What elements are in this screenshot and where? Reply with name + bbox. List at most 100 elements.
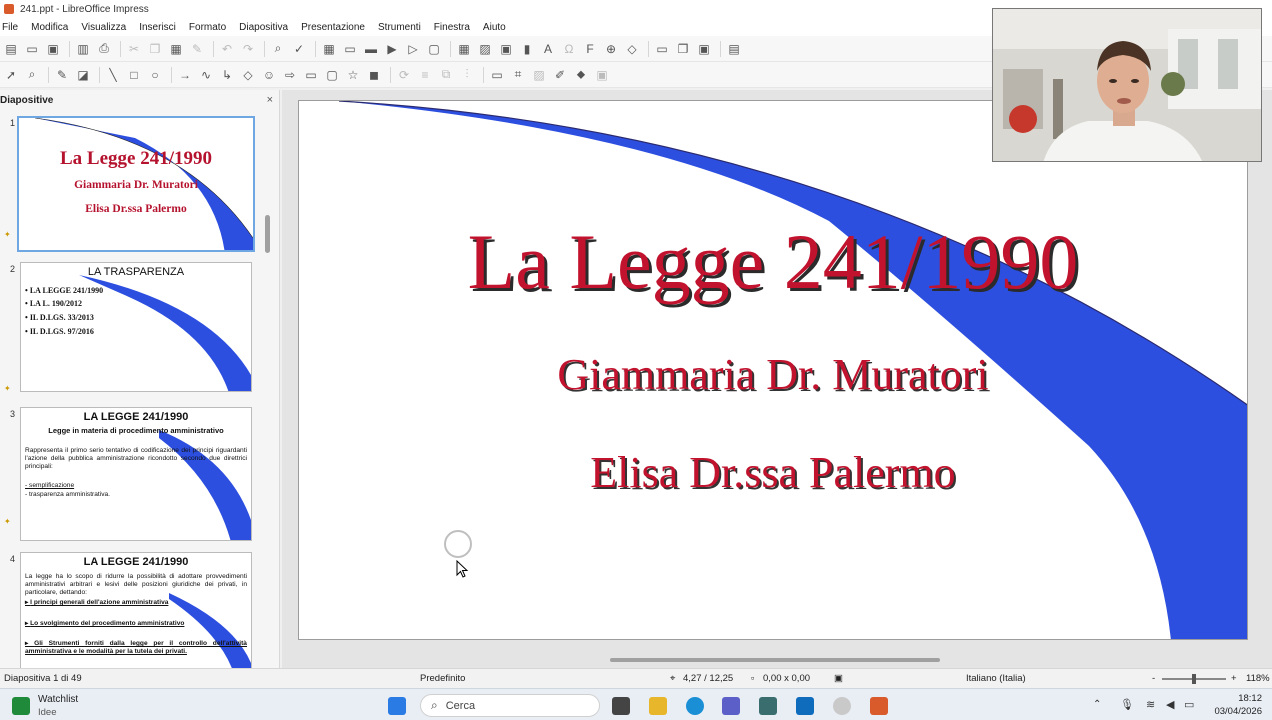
- arrange-icon[interactable]: ⧉: [437, 66, 455, 84]
- find-replace-icon[interactable]: ⌕: [269, 40, 287, 58]
- 3d-objects-icon[interactable]: ◼: [365, 66, 383, 84]
- ellipse-icon[interactable]: ○: [146, 66, 164, 84]
- widget-title[interactable]: Watchlist: [38, 694, 78, 705]
- slide-thumbnail-4[interactable]: LA LEGGE 241/1990 La legge ha lo scopo d…: [20, 552, 252, 668]
- rectangle-icon[interactable]: □: [125, 66, 143, 84]
- curve-icon[interactable]: ∿: [197, 66, 215, 84]
- store-icon[interactable]: [759, 697, 777, 715]
- display-views-icon[interactable]: ▭: [341, 40, 359, 58]
- present-current-icon[interactable]: ▷: [404, 40, 422, 58]
- spelling-icon[interactable]: ✓: [290, 40, 308, 58]
- basic-shapes-icon[interactable]: ◇: [239, 66, 257, 84]
- copy-icon[interactable]: ❐: [146, 40, 164, 58]
- tray-chevron-icon[interactable]: ⌃: [1093, 699, 1101, 710]
- close-panel-icon[interactable]: ×: [267, 94, 273, 106]
- teams-icon[interactable]: [722, 697, 740, 715]
- menu-formato[interactable]: Formato: [189, 22, 226, 33]
- menu-diapositiva[interactable]: Diapositiva: [239, 22, 288, 33]
- select-arrow-icon[interactable]: ➚: [2, 66, 20, 84]
- menu-modifica[interactable]: Modifica: [31, 22, 68, 33]
- points-icon[interactable]: ✐: [551, 66, 569, 84]
- watchlist-widget-icon[interactable]: [12, 697, 30, 715]
- connector-icon[interactable]: ↳: [218, 66, 236, 84]
- mail-icon[interactable]: [796, 697, 814, 715]
- slide-subtitle-author1[interactable]: Giammaria Dr. Muratori: [299, 349, 1247, 400]
- menu-aiuto[interactable]: Aiuto: [483, 22, 506, 33]
- chart-icon[interactable]: ▮: [518, 40, 536, 58]
- recording-app-icon[interactable]: [833, 697, 851, 715]
- save-icon[interactable]: ▣: [44, 40, 62, 58]
- menu-finestra[interactable]: Finestra: [434, 22, 470, 33]
- slides-panel-scrollbar[interactable]: [265, 215, 270, 253]
- edge-browser-icon[interactable]: [686, 697, 704, 715]
- slide-subtitle-author2[interactable]: Elisa Dr.ssa Palermo: [299, 447, 1247, 498]
- volume-icon[interactable]: ◀: [1166, 698, 1174, 711]
- callout-icon[interactable]: ▢: [323, 66, 341, 84]
- crop-icon[interactable]: ⌗: [509, 66, 527, 84]
- arrow-line-icon[interactable]: →: [176, 66, 194, 84]
- line-icon[interactable]: ╲: [104, 66, 122, 84]
- grid-icon[interactable]: ▦: [320, 40, 338, 58]
- slide-thumbnail-3[interactable]: LA LEGGE 241/1990 Legge in materia di pr…: [20, 407, 252, 541]
- special-character-icon[interactable]: Ω: [560, 40, 578, 58]
- clone-format-icon[interactable]: ✎: [188, 40, 206, 58]
- new-slide-icon[interactable]: ▢: [425, 40, 443, 58]
- menu-strumenti[interactable]: Strumenti: [378, 22, 421, 33]
- task-view-icon[interactable]: [612, 697, 630, 715]
- hyperlink-icon[interactable]: ⊕: [602, 40, 620, 58]
- clock-time[interactable]: 18:12: [1212, 693, 1262, 704]
- status-layout[interactable]: Predefinito: [420, 673, 465, 684]
- status-zoom[interactable]: 118%: [1246, 673, 1270, 684]
- redo-icon[interactable]: ↷: [239, 40, 257, 58]
- paste-icon[interactable]: ▦: [167, 40, 185, 58]
- start-presentation-icon[interactable]: ▶: [383, 40, 401, 58]
- file-explorer-icon[interactable]: [649, 697, 667, 715]
- search-input[interactable]: Cerca: [446, 700, 475, 712]
- zoom-icon[interactable]: ⌕: [23, 66, 41, 84]
- toggle-extrusion-icon[interactable]: ▣: [593, 66, 611, 84]
- slide-thumbnail-2[interactable]: LA TRASPARENZA • LA LEGGE 241/1990 • LA …: [20, 262, 252, 392]
- wifi-icon[interactable]: ≋: [1146, 698, 1155, 711]
- duplicate-slide-icon[interactable]: ❐: [674, 40, 692, 58]
- battery-icon[interactable]: ▭: [1184, 698, 1194, 711]
- slide-layout-icon[interactable]: ▭: [653, 40, 671, 58]
- master-slide-icon[interactable]: ▬: [362, 40, 380, 58]
- distribute-icon[interactable]: ⫶: [458, 66, 476, 84]
- symbol-shapes-icon[interactable]: ☺: [260, 66, 278, 84]
- block-arrows-icon[interactable]: ⇨: [281, 66, 299, 84]
- zoom-slider-thumb[interactable]: [1192, 674, 1196, 684]
- current-slide[interactable]: La Legge 241/1990 Giammaria Dr. Muratori…: [298, 100, 1248, 640]
- slide-thumbnail-1[interactable]: La Legge 241/1990 Giammaria Dr. Muratori…: [17, 116, 255, 252]
- textbox-icon[interactable]: A: [539, 40, 557, 58]
- menu-presentazione[interactable]: Presentazione: [301, 22, 365, 33]
- new-icon[interactable]: ▤: [2, 40, 20, 58]
- glue-points-icon[interactable]: ⬥: [572, 66, 590, 84]
- undo-icon[interactable]: ↶: [218, 40, 236, 58]
- table-icon[interactable]: ▦: [455, 40, 473, 58]
- microphone-icon[interactable]: 🎙: [1120, 698, 1134, 711]
- print-icon[interactable]: ⎙: [95, 40, 113, 58]
- shadow-icon[interactable]: ▭: [488, 66, 506, 84]
- document-modified-icon[interactable]: ▣: [834, 673, 843, 684]
- fontwork-icon[interactable]: F: [581, 40, 599, 58]
- image-icon[interactable]: ▨: [476, 40, 494, 58]
- sidebar-toggle-icon[interactable]: ▤: [725, 40, 743, 58]
- line-color-icon[interactable]: ✎: [53, 66, 71, 84]
- rotate-icon[interactable]: ⟳: [395, 66, 413, 84]
- align-icon[interactable]: ≡: [416, 66, 434, 84]
- fill-color-icon[interactable]: ◪: [74, 66, 92, 84]
- star-icon[interactable]: ☆: [344, 66, 362, 84]
- media-icon[interactable]: ▣: [497, 40, 515, 58]
- open-folder-icon[interactable]: ▭: [23, 40, 41, 58]
- show-draw-functions-icon[interactable]: ◇: [623, 40, 641, 58]
- clock-date[interactable]: 03/04/2026: [1212, 706, 1262, 717]
- zoom-in-button[interactable]: +: [1231, 673, 1237, 684]
- flowchart-icon[interactable]: ▭: [302, 66, 320, 84]
- filter-icon[interactable]: ▨: [530, 66, 548, 84]
- zoom-out-button[interactable]: -: [1152, 673, 1155, 684]
- cut-icon[interactable]: ✂: [125, 40, 143, 58]
- slide-title[interactable]: La Legge 241/1990: [299, 217, 1247, 307]
- status-language[interactable]: Italiano (Italia): [966, 673, 1026, 684]
- menu-visualizza[interactable]: Visualizza: [81, 22, 126, 33]
- menu-file[interactable]: File: [2, 22, 18, 33]
